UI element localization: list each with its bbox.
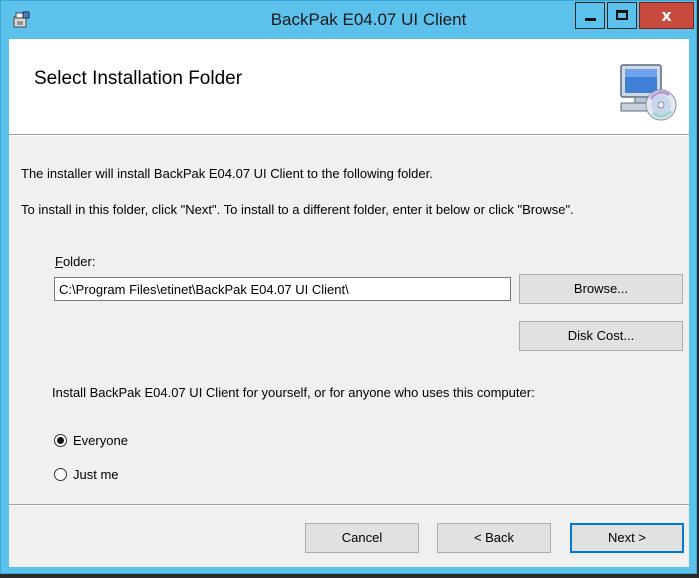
installer-window: BackPak E04.07 UI Client x Select Instal… bbox=[0, 0, 697, 574]
install-description: The installer will install BackPak E04.0… bbox=[21, 166, 433, 181]
install-instructions: To install in this folder, click "Next".… bbox=[21, 202, 574, 217]
disk-cost-button[interactable]: Disk Cost... bbox=[519, 321, 683, 351]
folder-input[interactable] bbox=[54, 277, 511, 301]
dialog-client-area: Select Installation Folder The installer… bbox=[9, 39, 689, 567]
minimize-button[interactable] bbox=[575, 2, 605, 29]
radio-just-me[interactable]: Just me bbox=[54, 467, 119, 482]
title-bar[interactable]: BackPak E04.07 UI Client x bbox=[1, 1, 696, 39]
next-button[interactable]: Next > bbox=[570, 523, 684, 553]
back-button[interactable]: < Back bbox=[437, 523, 551, 553]
close-button[interactable]: x bbox=[639, 2, 694, 29]
cancel-button[interactable]: Cancel bbox=[305, 523, 419, 553]
minimize-icon bbox=[585, 18, 596, 21]
folder-label-rest: older: bbox=[62, 254, 96, 269]
browse-button[interactable]: Browse... bbox=[519, 274, 683, 304]
install-scope-prompt: Install BackPak E04.07 UI Client for you… bbox=[52, 385, 535, 400]
radio-everyone[interactable]: Everyone bbox=[54, 433, 128, 448]
close-icon: x bbox=[661, 6, 672, 25]
folder-label: Folder: bbox=[55, 254, 95, 269]
banner-separator bbox=[9, 135, 689, 136]
radio-everyone-label: Everyone bbox=[73, 433, 128, 448]
maximize-button[interactable] bbox=[607, 2, 637, 29]
footer-separator-highlight bbox=[9, 505, 689, 506]
radio-button-unchecked[interactable] bbox=[54, 468, 67, 481]
maximize-icon bbox=[616, 10, 628, 20]
folder-label-accelerator: F bbox=[55, 254, 63, 269]
header-banner: Select Installation Folder bbox=[9, 39, 689, 135]
radio-just-me-label: Just me bbox=[73, 467, 119, 482]
radio-button-checked[interactable] bbox=[54, 434, 67, 447]
page-title: Select Installation Folder bbox=[34, 68, 243, 89]
computer-cd-icon bbox=[620, 64, 677, 121]
